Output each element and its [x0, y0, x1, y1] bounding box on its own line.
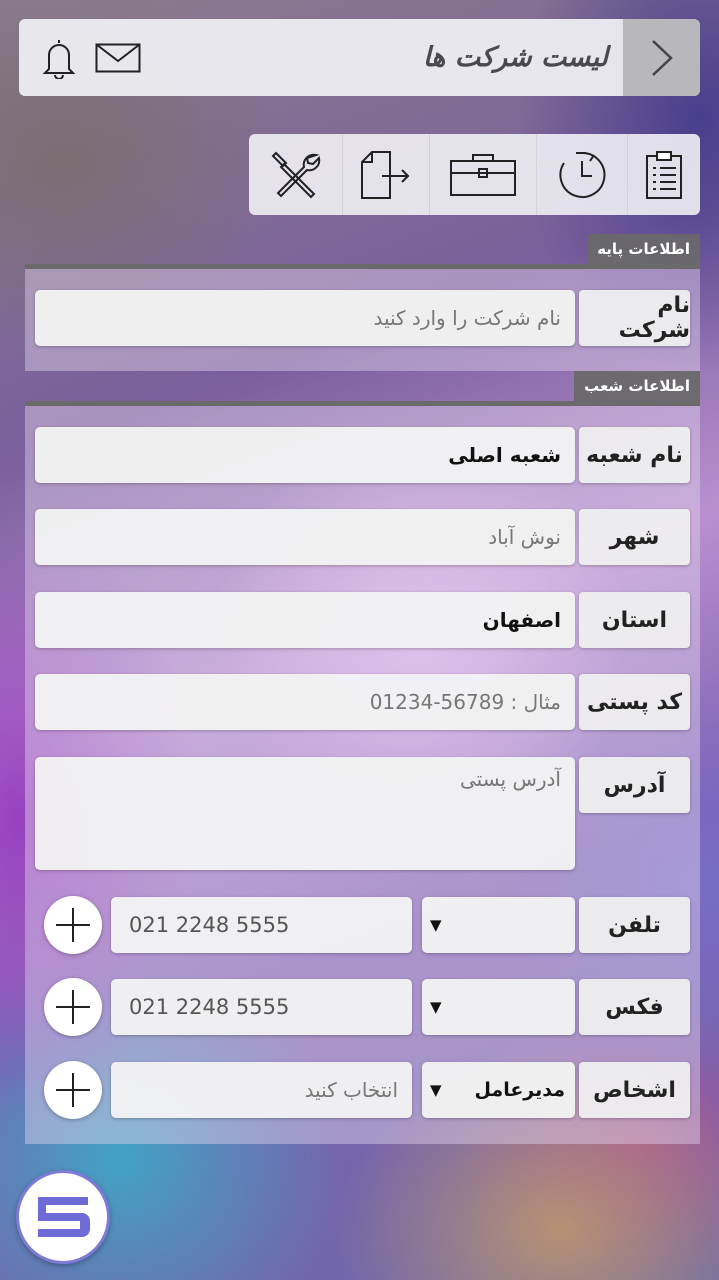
province-label: استان	[579, 592, 690, 648]
postal-code-label: کد پستی	[579, 674, 690, 730]
branch-name-label: نام شعبه	[579, 427, 690, 483]
notifications-button[interactable]	[41, 37, 77, 80]
company-name-input[interactable]: نام شرکت را وارد کنید	[35, 290, 575, 346]
back-button[interactable]	[623, 19, 700, 96]
branch-name-input[interactable]: شعبه اصلی	[35, 427, 575, 483]
app-header: لیست شرکت ها	[19, 19, 700, 96]
address-label: آدرس	[579, 757, 690, 813]
dropdown-arrow-icon: ▼	[430, 1081, 442, 1099]
fax-type-select[interactable]: ▼	[422, 979, 575, 1035]
mail-button[interactable]	[95, 43, 141, 73]
clipboard-icon	[645, 150, 682, 199]
add-phone-button[interactable]	[44, 896, 102, 954]
person-role-select[interactable]: مدیرعامل ▼	[422, 1062, 575, 1118]
base-info-section-title: اطلاعات پایه	[587, 234, 700, 264]
clipboard-button[interactable]	[628, 134, 700, 215]
plus-icon	[56, 908, 90, 942]
company-name-label: نام شرکت	[579, 290, 690, 346]
history-button[interactable]	[537, 134, 628, 215]
postal-code-input[interactable]: مثال : 56789-01234	[35, 674, 575, 730]
add-fax-button[interactable]	[44, 978, 102, 1036]
plus-icon	[56, 1073, 90, 1107]
action-toolbar	[249, 134, 700, 215]
person-role-value: مدیرعامل	[474, 1079, 565, 1101]
persons-label: اشخاص	[579, 1062, 690, 1118]
history-icon	[559, 151, 606, 198]
dropdown-arrow-icon: ▼	[430, 998, 442, 1016]
bell-icon	[42, 40, 76, 80]
fax-label: فکس	[579, 979, 690, 1035]
phone-input[interactable]: 021 2248 5555	[111, 897, 412, 953]
phone-type-select[interactable]: ▼	[422, 897, 575, 953]
city-input[interactable]: نوش آباد	[35, 509, 575, 565]
add-person-button[interactable]	[44, 1061, 102, 1119]
address-textarea[interactable]: آدرس پستی	[35, 757, 575, 870]
export-button[interactable]	[343, 134, 431, 215]
branch-info-section-title: اطلاعات شعب	[574, 371, 700, 401]
briefcase-button[interactable]	[430, 134, 538, 215]
export-file-icon	[361, 150, 410, 199]
person-select-input[interactable]: انتخاب کنید	[111, 1062, 412, 1118]
phone-label: تلفن	[579, 897, 690, 953]
tools-icon	[271, 151, 320, 198]
province-input[interactable]: اصفهان	[35, 592, 575, 648]
dropdown-arrow-icon: ▼	[430, 916, 442, 934]
mail-icon	[95, 43, 141, 73]
app-menu-fab[interactable]	[16, 1170, 110, 1264]
fax-input[interactable]: 021 2248 5555	[111, 979, 412, 1035]
briefcase-icon	[450, 153, 517, 196]
chevron-right-icon	[651, 39, 673, 76]
city-label: شهر	[579, 509, 690, 565]
plus-icon	[56, 990, 90, 1024]
page-title: لیست شرکت ها	[422, 42, 608, 73]
app-logo-icon	[38, 1197, 90, 1237]
tools-button[interactable]	[249, 134, 344, 215]
